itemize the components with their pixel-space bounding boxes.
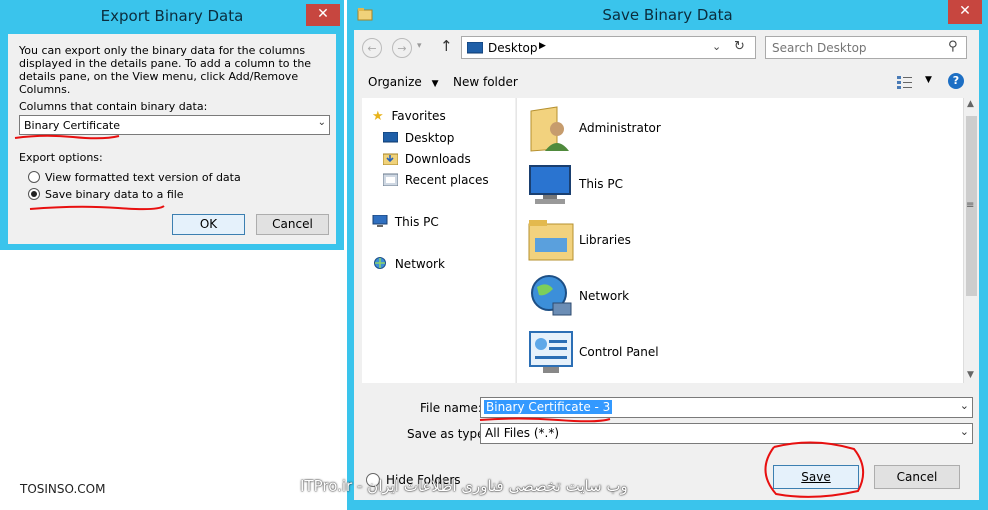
network-globe-icon (531, 275, 572, 316)
file-list: Administrator This PC Libraries Network … (516, 98, 963, 383)
file-name-chevron-icon[interactable]: ⌄ (960, 399, 969, 412)
organize-label: Organize (368, 75, 422, 89)
nav-this-pc-label: This PC (394, 215, 439, 229)
save-type-label: Save as type: (407, 427, 489, 441)
organize-button[interactable]: Organize ▼ (368, 75, 439, 89)
file-list-scrollbar[interactable]: ▲ ≡ ▼ (963, 98, 979, 383)
back-arrow-icon[interactable]: ← (362, 38, 382, 58)
save-type-chevron-icon[interactable]: ⌄ (960, 425, 969, 438)
export-cancel-button[interactable]: Cancel (256, 214, 329, 235)
columns-label: Columns that contain binary data: (19, 100, 208, 113)
search-input[interactable] (770, 39, 940, 56)
view-options-icon[interactable] (897, 75, 913, 89)
nav-favorites[interactable]: ★ Favorites (372, 109, 446, 124)
list-item[interactable]: Administrator (527, 102, 727, 156)
ok-button[interactable]: OK (172, 214, 245, 235)
nav-desktop[interactable]: Desktop (382, 131, 455, 145)
annotation-circle-save (764, 441, 865, 498)
save-binary-data-dialog: Save Binary Data ✕ ← → ▾ ↑ Desktop ▶ ⌄ ↻… (347, 0, 988, 510)
save-type-value: All Files (*.*) (485, 426, 560, 440)
search-box[interactable]: ⚲ (765, 36, 967, 59)
radio-view-formatted-label: View formatted text version of data (45, 171, 241, 184)
radio-save-to-file[interactable] (28, 188, 40, 200)
file-name-value: Binary Certificate - 3 (484, 400, 613, 414)
user-folder-icon (530, 106, 569, 152)
nav-recent-places[interactable]: Recent places (382, 173, 489, 187)
control-panel-icon (529, 331, 573, 373)
libraries-folder-icon (528, 220, 574, 261)
export-close-button[interactable]: ✕ (306, 4, 340, 26)
save-dialog-body: ← → ▾ ↑ Desktop ▶ ⌄ ↻ ⚲ Organize ▼ New f… (354, 30, 979, 500)
recent-locations-chevron-icon[interactable]: ▾ (417, 41, 422, 51)
item-label-this-pc: This PC (579, 177, 623, 191)
computer-icon (529, 165, 571, 204)
export-dialog-body: You can export only the binary data for … (8, 34, 336, 244)
refresh-icon[interactable]: ↻ (734, 39, 745, 54)
list-item[interactable]: Libraries (527, 214, 727, 268)
help-icon[interactable]: ? (948, 73, 964, 89)
save-cancel-button[interactable]: Cancel (874, 465, 960, 489)
organize-chevron-icon: ▼ (431, 79, 439, 89)
save-dialog-title: Save Binary Data (602, 6, 733, 24)
breadcrumb-chevron-icon[interactable]: ▶ (539, 41, 546, 51)
item-label-administrator: Administrator (579, 121, 661, 135)
scroll-up-icon[interactable]: ▲ (967, 99, 974, 109)
scroll-grip-icon: ≡ (966, 200, 975, 211)
file-name-label: File name: (420, 401, 482, 415)
desktop-icon (467, 42, 483, 54)
annotation-underline-columns (14, 134, 120, 140)
computer-icon (372, 214, 388, 227)
save-type-dropdown[interactable]: All Files (*.*) ⌄ (480, 423, 973, 444)
nav-favorites-label: Favorites (391, 109, 446, 123)
nav-downloads-label: Downloads (404, 152, 471, 166)
export-dialog-title: Export Binary Data (100, 7, 244, 25)
new-folder-button[interactable]: New folder (453, 75, 518, 89)
nav-desktop-label: Desktop (404, 131, 455, 145)
list-item[interactable]: This PC (527, 158, 727, 212)
save-close-button[interactable]: ✕ (948, 0, 982, 24)
navigation-pane: ★ Favorites Desktop Downloads Recent pla… (362, 98, 515, 383)
annotation-underline-save-file (29, 205, 165, 211)
downloads-folder-icon (382, 153, 399, 166)
watermark-tosinso: TOSINSO.COM (20, 482, 106, 496)
forward-arrow-icon[interactable]: → (392, 38, 412, 58)
recent-places-icon (382, 173, 399, 187)
chevron-down-icon: ⌄ (317, 117, 326, 128)
item-label-libraries: Libraries (579, 233, 631, 247)
list-item[interactable]: Control Panel (527, 326, 727, 380)
item-label-network: Network (579, 289, 630, 303)
watermark-itpro: ITPro.ir - وب سایت تخصصی فناوری اطلاعات … (300, 477, 628, 495)
desktop-icon (382, 131, 399, 143)
nav-network-label: Network (394, 257, 445, 271)
nav-network[interactable]: Network (372, 257, 445, 271)
scroll-down-icon[interactable]: ▼ (967, 370, 974, 380)
address-location: Desktop (488, 41, 538, 55)
star-icon: ★ (372, 109, 384, 124)
radio-view-formatted[interactable] (28, 171, 40, 183)
address-bar[interactable]: Desktop ▶ ⌄ ↻ (461, 36, 756, 59)
nav-recent-places-label: Recent places (404, 173, 489, 187)
up-arrow-icon[interactable]: ↑ (440, 37, 453, 55)
export-options-label: Export options: (19, 151, 103, 164)
list-item[interactable]: Network (527, 270, 727, 324)
export-description: You can export only the binary data for … (19, 44, 312, 96)
address-dropdown-chevron-icon[interactable]: ⌄ (712, 40, 721, 53)
nav-this-pc[interactable]: This PC (372, 214, 439, 229)
radio-save-to-file-label: Save binary data to a file (45, 188, 184, 201)
item-label-control-panel: Control Panel (579, 345, 659, 359)
nav-downloads[interactable]: Downloads (382, 152, 471, 166)
view-options-chevron-icon[interactable]: ▼ (925, 75, 932, 85)
export-binary-data-dialog: Export Binary Data ✕ You can export only… (0, 0, 344, 250)
search-icon[interactable]: ⚲ (948, 39, 958, 54)
network-icon (374, 257, 386, 269)
